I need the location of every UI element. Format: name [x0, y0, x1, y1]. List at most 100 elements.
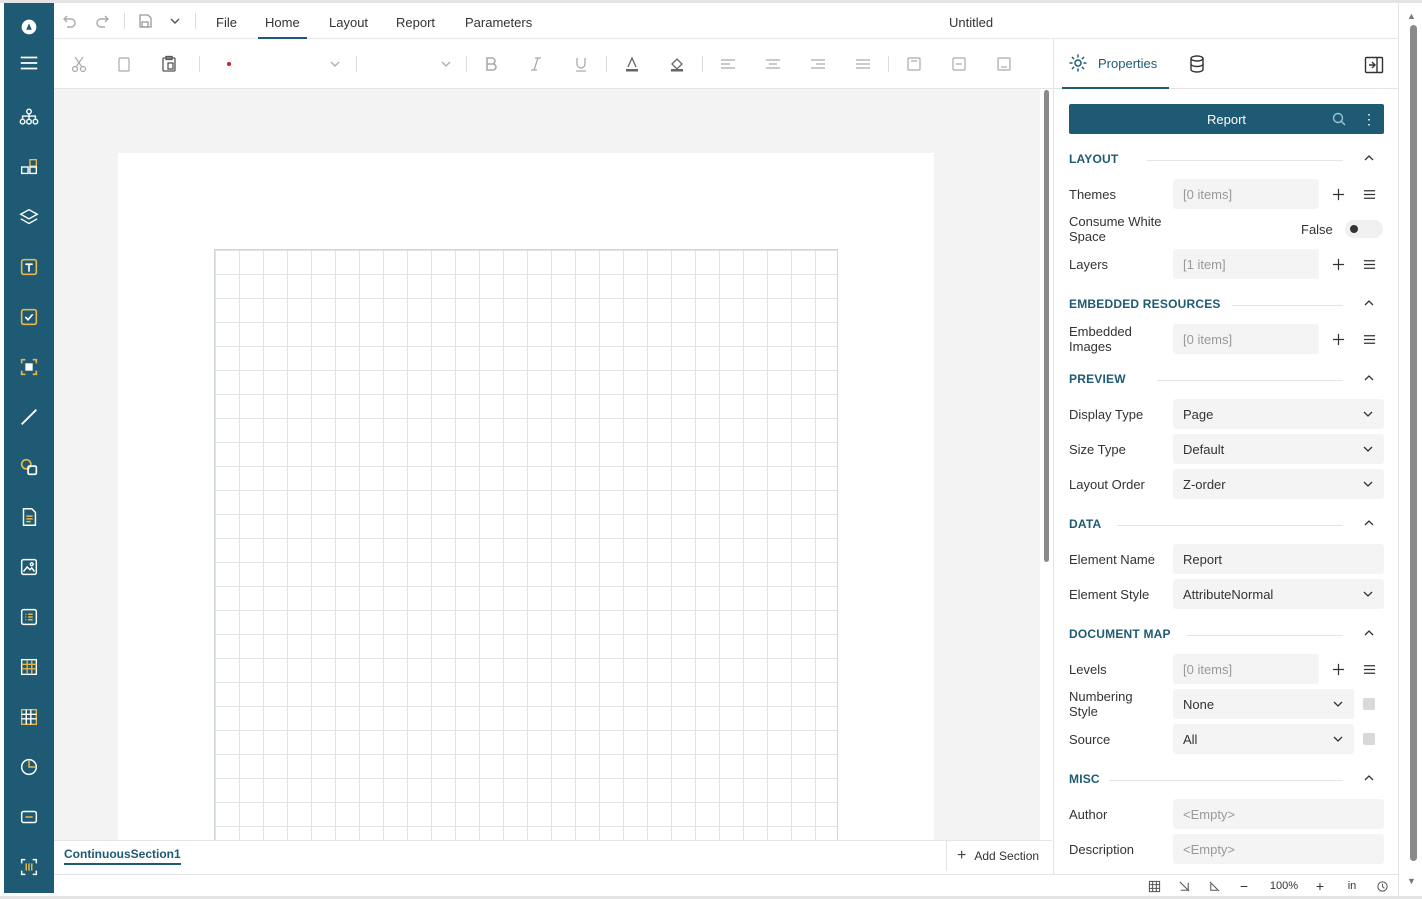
valign-middle-icon[interactable] [949, 54, 969, 74]
collection-editor-icon[interactable] [1354, 249, 1384, 279]
container-tool-icon[interactable] [4, 347, 54, 387]
text-color-icon[interactable] [622, 54, 642, 74]
save-icon[interactable] [135, 11, 155, 31]
richtext-tool-icon[interactable] [4, 497, 54, 537]
paste-icon[interactable] [159, 54, 179, 74]
collapse-chevron-icon[interactable] [1362, 296, 1376, 310]
menu-file[interactable]: File [216, 3, 237, 39]
report-body-grid[interactable] [214, 249, 838, 840]
expression-marker[interactable] [1363, 733, 1375, 745]
design-canvas[interactable] [54, 89, 1040, 840]
collapse-chevron-icon[interactable] [1362, 516, 1376, 530]
list-tool-icon[interactable] [4, 597, 54, 637]
zoom-level[interactable]: 100% [1262, 878, 1306, 894]
zoom-in-button[interactable]: + [1312, 878, 1328, 894]
underline-icon[interactable] [571, 54, 591, 74]
font-family-chevron-icon[interactable] [325, 54, 345, 74]
scroll-up-icon[interactable]: ▲ [1407, 11, 1416, 21]
align-right-icon[interactable] [808, 54, 828, 74]
size-type-dropdown[interactable]: Default [1173, 434, 1384, 464]
components-icon[interactable] [4, 147, 54, 187]
data-hierarchy-icon[interactable] [4, 97, 54, 137]
snap-lines-icon[interactable] [1176, 878, 1192, 894]
category-preview[interactable]: PREVIEW [1069, 369, 1384, 389]
align-left-icon[interactable] [718, 54, 738, 74]
matrix-tool-icon[interactable] [4, 697, 54, 737]
table-tool-icon[interactable] [4, 647, 54, 687]
expression-marker[interactable] [1363, 698, 1375, 710]
add-icon[interactable] [1323, 179, 1353, 209]
collapse-panel-icon[interactable] [1362, 54, 1386, 76]
shape-tool-icon[interactable] [4, 447, 54, 487]
align-justify-icon[interactable] [853, 54, 873, 74]
embedded-images-field[interactable]: [0 items] [1173, 324, 1319, 354]
menu-report[interactable]: Report [396, 3, 435, 39]
image-tool-icon[interactable] [4, 547, 54, 587]
category-document-map[interactable]: DOCUMENT MAP [1069, 624, 1384, 644]
element-style-dropdown[interactable]: AttributeNormal [1173, 579, 1384, 609]
collection-editor-icon[interactable] [1354, 324, 1384, 354]
element-name-input[interactable]: Report [1173, 544, 1384, 574]
menu-parameters[interactable]: Parameters [465, 3, 532, 39]
undo-icon[interactable] [59, 11, 79, 31]
source-dropdown[interactable]: All [1173, 724, 1354, 754]
valign-top-icon[interactable] [904, 54, 924, 74]
history-icon[interactable] [1374, 878, 1390, 894]
collection-editor-icon[interactable] [1354, 654, 1384, 684]
layers-field[interactable]: [1 item] [1173, 249, 1319, 279]
category-layout[interactable]: LAYOUT [1069, 149, 1384, 169]
redo-icon[interactable] [93, 11, 113, 31]
collapse-chevron-icon[interactable] [1362, 151, 1376, 165]
background-color-icon[interactable] [667, 54, 687, 74]
object-selector[interactable]: Report ⋮ [1069, 104, 1384, 134]
menu-home[interactable]: Home [258, 3, 307, 39]
hamburger-menu-icon[interactable] [4, 43, 54, 83]
collapse-chevron-icon[interactable] [1362, 771, 1376, 785]
textbox-tool-icon[interactable] [4, 247, 54, 287]
consume-white-space-toggle[interactable] [1345, 220, 1383, 238]
add-icon[interactable] [1323, 324, 1353, 354]
line-tool-icon[interactable] [4, 397, 54, 437]
layout-order-dropdown[interactable]: Z-order [1173, 469, 1384, 499]
app-logo-icon[interactable] [4, 7, 54, 47]
unit-selector[interactable]: in [1342, 878, 1362, 894]
more-options-icon[interactable]: ⋮ [1361, 109, 1377, 129]
menu-layout[interactable]: Layout [329, 3, 368, 39]
save-options-chevron-icon[interactable] [165, 11, 185, 31]
chart-tool-icon[interactable] [4, 747, 54, 787]
checkbox-tool-icon[interactable] [4, 297, 54, 337]
levels-field[interactable]: [0 items] [1173, 654, 1319, 684]
collapse-chevron-icon[interactable] [1362, 371, 1376, 385]
category-misc[interactable]: MISC [1069, 769, 1384, 789]
cut-icon[interactable] [69, 54, 89, 74]
layers-icon[interactable] [4, 197, 54, 237]
add-section-button[interactable]: + Add Section [946, 841, 1052, 871]
collection-editor-icon[interactable] [1354, 179, 1384, 209]
themes-field[interactable]: [0 items] [1173, 179, 1319, 209]
search-icon[interactable] [1331, 111, 1347, 127]
italic-icon[interactable] [526, 54, 546, 74]
description-input[interactable]: <Empty> [1173, 834, 1384, 864]
bold-icon[interactable] [481, 54, 501, 74]
barcode-tool-icon[interactable] [4, 847, 54, 887]
tab-properties[interactable]: Properties [1062, 39, 1169, 89]
numbering-style-dropdown[interactable]: None [1173, 689, 1354, 719]
zoom-out-button[interactable]: − [1236, 878, 1252, 894]
canvas-vertical-scrollbar[interactable] [1044, 90, 1049, 562]
copy-icon[interactable] [114, 54, 134, 74]
collapse-chevron-icon[interactable] [1362, 626, 1376, 640]
align-center-icon[interactable] [763, 54, 783, 74]
valign-bottom-icon[interactable] [994, 54, 1014, 74]
grid-toggle-icon[interactable] [1146, 878, 1162, 894]
database-icon[interactable] [1184, 51, 1210, 77]
scroll-down-icon[interactable]: ▼ [1407, 876, 1416, 886]
window-vertical-scrollbar[interactable]: ▲ ▼ [1398, 3, 1422, 896]
subreport-tool-icon[interactable] [4, 797, 54, 837]
category-embedded-resources[interactable]: EMBEDDED RESOURCES [1069, 294, 1384, 314]
section-tab[interactable]: ContinuousSection1 [64, 847, 181, 865]
category-data[interactable]: DATA [1069, 514, 1384, 534]
font-size-chevron-icon[interactable] [436, 54, 456, 74]
font-color-dot-icon[interactable] [219, 54, 239, 74]
add-icon[interactable] [1323, 654, 1353, 684]
author-input[interactable]: <Empty> [1173, 799, 1384, 829]
